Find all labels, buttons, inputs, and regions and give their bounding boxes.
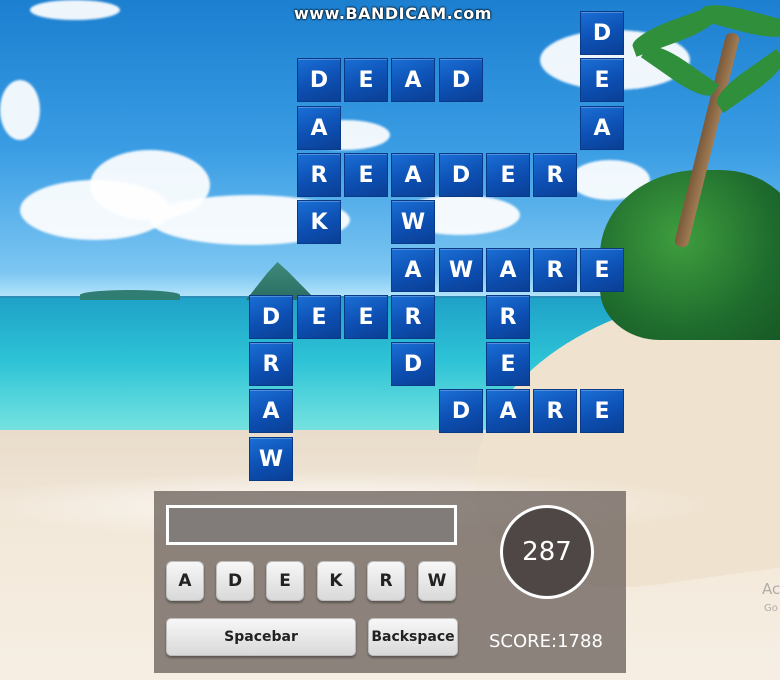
grid-tile: D [297, 58, 341, 102]
letter-key-r[interactable]: R [367, 561, 405, 601]
grid-tile: D [249, 295, 293, 339]
grid-tile: E [580, 248, 624, 292]
grid-tile: R [533, 389, 577, 433]
grid-tile: D [439, 58, 483, 102]
grid-tile: A [297, 106, 341, 150]
grid-tile: E [486, 342, 530, 386]
grid-tile: D [439, 153, 483, 197]
grid-tile: A [486, 248, 530, 292]
grid-tile: A [249, 389, 293, 433]
grid-tile: R [533, 153, 577, 197]
grid-tile: R [297, 153, 341, 197]
grid-tile: R [249, 342, 293, 386]
countdown-timer: 287 [500, 505, 594, 599]
grid-tile: E [486, 153, 530, 197]
letter-key-k[interactable]: K [317, 561, 355, 601]
grid-tile: E [297, 295, 341, 339]
grid-tile: R [391, 295, 435, 339]
grid-tile: R [533, 248, 577, 292]
grid-tile: E [580, 389, 624, 433]
grid-tile: R [486, 295, 530, 339]
grid-tile: D [391, 342, 435, 386]
letter-key-a[interactable]: A [166, 561, 204, 601]
grid-tile: A [391, 58, 435, 102]
grid-tile: W [439, 248, 483, 292]
grid-tile: A [391, 153, 435, 197]
grid-tile: D [580, 11, 624, 55]
grid-tile: E [344, 153, 388, 197]
grid-tile: K [297, 200, 341, 244]
score-label: SCORE:1788 [489, 631, 603, 652]
grid-tile: E [344, 58, 388, 102]
grid-tile: A [580, 106, 624, 150]
backspace-button[interactable]: Backspace [368, 618, 458, 656]
letter-key-d[interactable]: D [216, 561, 254, 601]
spacebar-button[interactable]: Spacebar [166, 618, 356, 656]
letter-key-w[interactable]: W [418, 561, 456, 601]
word-input[interactable] [166, 505, 457, 545]
grid-tile: E [580, 58, 624, 102]
grid-tile: W [249, 437, 293, 481]
grid-tile: W [391, 200, 435, 244]
grid-tile: E [344, 295, 388, 339]
os-activation-text: Ac [762, 580, 780, 598]
recorder-watermark: www.BANDICAM.com [294, 4, 492, 23]
grid-tile: A [486, 389, 530, 433]
grid-tile: A [391, 248, 435, 292]
grid-tile: D [439, 389, 483, 433]
os-activation-subtext: Go [764, 603, 778, 614]
letter-key-e[interactable]: E [266, 561, 304, 601]
